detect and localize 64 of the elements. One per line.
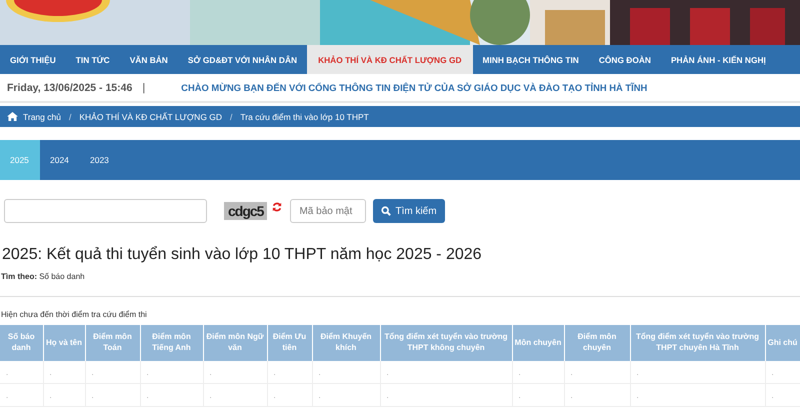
table-cell: . [380, 361, 512, 384]
table-cell: . [140, 361, 203, 384]
table-cell: . [765, 384, 800, 406]
column-header: Điểm Ưu tiên [267, 325, 312, 361]
table-cell: . [630, 384, 765, 406]
captcha-field[interactable]: Mã bảo mật [290, 199, 366, 223]
table-cell: . [43, 384, 85, 406]
nav-item[interactable]: SỞ GD&ĐT VỚI NHÂN DÂN [178, 45, 308, 74]
column-header: Họ và tên [43, 325, 85, 361]
column-header: Ghi chú [765, 325, 800, 361]
page-title: 2025: Kết quả thi tuyển sinh vào lớp 10 THPT năm học 2025 - 2026 [2, 246, 483, 264]
column-header: Điểm môn Tiếng Anh [140, 325, 203, 361]
table-cell: . [85, 361, 140, 384]
search-icon [381, 206, 392, 216]
table-cell: . [85, 384, 140, 406]
nav-item[interactable]: CÔNG ĐOÀN [588, 45, 661, 74]
column-header: Số báo danh [0, 325, 43, 361]
nav-item[interactable]: GIỚI THIỆU [0, 45, 66, 74]
table-cell: . [43, 361, 85, 384]
table-cell: . [312, 384, 380, 406]
table-cell: . [512, 384, 564, 406]
breadcrumb-link[interactable]: Tra cứu điểm thi vào lớp 10 THPT [240, 112, 369, 122]
table-cell: . [630, 361, 765, 384]
table-cell: . [140, 384, 203, 406]
table-cell: . [267, 384, 312, 406]
nav-item[interactable]: TIN TỨC [66, 45, 120, 74]
table-cell: . [0, 361, 43, 384]
table-cell: . [564, 384, 630, 406]
notice-text: Hiện chưa đến thời điểm tra cứu điểm thi [1, 310, 148, 319]
table-cell: . [380, 384, 512, 406]
column-header: Điểm Khuyến khích [312, 325, 380, 361]
breadcrumb-link[interactable]: KHẢO THÍ VÀ KĐ CHẤT LƯỢNG GD [79, 112, 222, 122]
search-button[interactable]: Tìm kiếm [373, 199, 445, 223]
column-header: Tổng điểm xét tuyển vào trường THPT chuyên Hà Tĩnh [630, 325, 765, 361]
search-by-text: Tìm theo: Số báo danh [1, 272, 86, 281]
table-cell: . [203, 384, 267, 406]
welcome-text: CHÀO MỪNG BẠN ĐẾN VỚI CỔNG THÔNG TIN ĐIỆN TỬ CỦA SỞ GIÁO DỤC VÀ ĐÀO TẠO TỈNH HÀ TĨNH [181, 82, 648, 93]
table-cell: . [0, 384, 43, 406]
column-header: Điểm môn chuyên [564, 325, 630, 361]
column-header: Môn chuyên [512, 325, 564, 361]
breadcrumb-separator: / [230, 112, 232, 122]
table-cell: . [512, 361, 564, 384]
column-header: Điểm môn Toán [85, 325, 140, 361]
separator-text: | [142, 82, 146, 94]
breadcrumb-separator: / [68, 112, 72, 122]
date-text: Friday, 13/06/2025 - 15:46 [7, 82, 132, 94]
table-cell: . [267, 361, 312, 384]
home-icon [7, 112, 18, 121]
refresh-icon[interactable] [272, 202, 282, 212]
table-cell: . [564, 361, 630, 384]
table-cell: . [765, 361, 800, 384]
table-cell: . [312, 361, 380, 384]
nav-item[interactable]: MINH BẠCH THÔNG TIN [472, 45, 589, 74]
search-field[interactable] [4, 199, 207, 223]
column-header: Điểm môn Ngữ văn [203, 325, 267, 361]
nav-item[interactable]: PHẢN ÁNH - KIẾN NGHỊ [660, 45, 776, 74]
breadcrumb-link[interactable]: Trang chủ [23, 112, 61, 122]
nav-item[interactable]: VĂN BẢN [120, 45, 178, 74]
table-cell: . [203, 361, 267, 384]
year-tab[interactable]: 2023 [80, 140, 120, 180]
column-header: Tổng điểm xét tuyển vào trường THPT không chuyên [380, 325, 512, 361]
nav-item[interactable]: KHẢO THÍ VÀ KĐ CHẤT LƯỢNG GD [307, 45, 473, 74]
captcha-image: cdgc5 [224, 202, 268, 220]
year-tab[interactable]: 2024 [40, 140, 80, 180]
